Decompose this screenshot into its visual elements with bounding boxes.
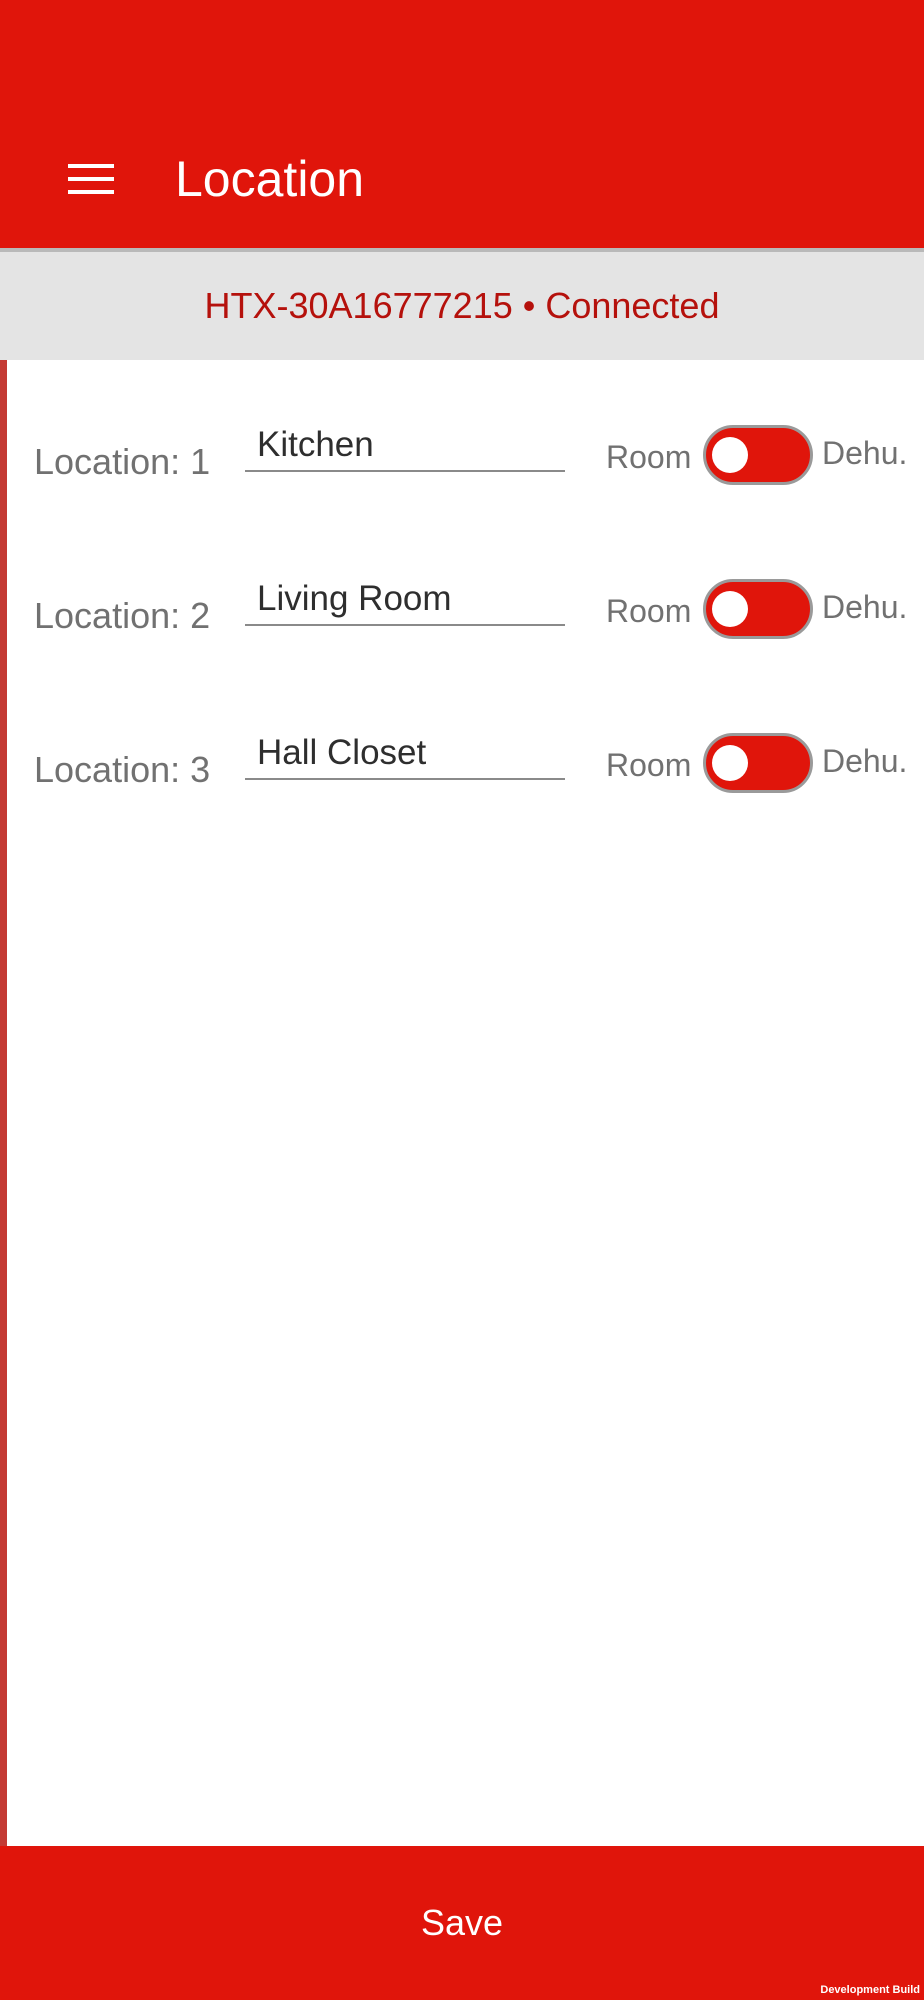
location-label: Location: 2 — [34, 595, 211, 636]
dehu-label: Dehu. — [822, 589, 908, 625]
page-title: Location — [175, 151, 365, 207]
location-name-input[interactable] — [245, 728, 565, 780]
dehu-label: Dehu. — [822, 435, 908, 471]
toggle-knob — [712, 591, 748, 627]
toggle-knob — [712, 437, 748, 473]
dehu-label: Dehu. — [822, 743, 908, 779]
hamburger-menu-icon[interactable] — [56, 150, 124, 210]
room-label: Room — [606, 439, 692, 475]
connection-status-text: HTX-30A16777215 • Connected — [204, 285, 720, 326]
room-label: Room — [606, 747, 692, 783]
location-label: Location: 3 — [34, 749, 211, 790]
connection-status-bar: HTX-30A16777215 • Connected — [0, 248, 924, 360]
location-label: Location: 1 — [34, 441, 211, 482]
build-tag: Development Build — [820, 1984, 920, 1996]
menu-icon-line — [68, 190, 114, 194]
app-bar: Location — [0, 0, 924, 248]
location-row: Location: 1 Room Dehu. — [0, 400, 924, 500]
room-dehu-toggle[interactable] — [703, 579, 813, 639]
menu-icon-line — [68, 177, 114, 181]
save-button-label: Save — [420, 1902, 504, 1943]
location-name-input[interactable] — [245, 574, 565, 626]
menu-icon-line — [68, 164, 114, 168]
location-name-input[interactable] — [245, 420, 565, 472]
room-dehu-toggle[interactable] — [703, 733, 813, 793]
room-label: Room — [606, 593, 692, 629]
toggle-knob — [712, 745, 748, 781]
save-button[interactable]: Save Development Build — [0, 1846, 924, 2000]
room-dehu-toggle[interactable] — [703, 425, 813, 485]
location-row: Location: 2 Room Dehu. — [0, 554, 924, 654]
location-row: Location: 3 Room Dehu. — [0, 708, 924, 808]
